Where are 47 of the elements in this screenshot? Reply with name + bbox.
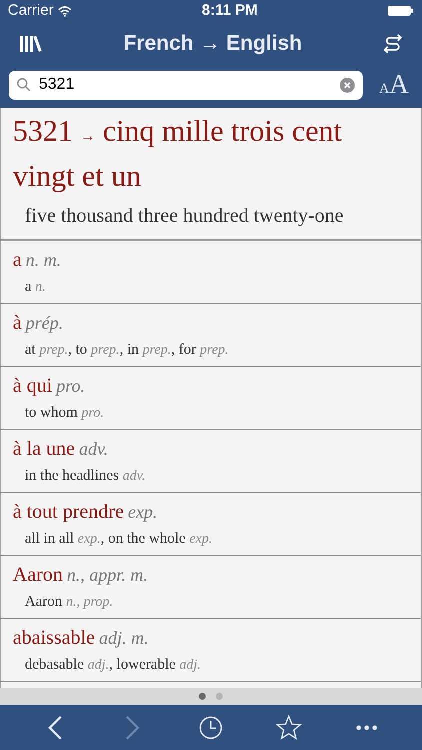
entry-headword: Aaron (13, 564, 63, 586)
entry-headword: à tout prendre (13, 501, 124, 523)
entry-headword: abaissable (13, 627, 96, 649)
wifi-icon (58, 6, 72, 16)
entry-headword: à (13, 312, 22, 334)
entry-translations: at prep., to prep., in prep., for prep. (25, 341, 229, 360)
forward-icon (125, 714, 141, 740)
entry-translations: Aaron n., prop. (25, 593, 114, 612)
part-of-speech: exp. (128, 502, 158, 522)
entry-translations: a n. (25, 278, 46, 297)
part-of-speech: adj. m. (99, 628, 149, 648)
clock-icon (199, 716, 223, 740)
search-input[interactable]: 5321 (39, 73, 332, 97)
result-heading: 5321 → cinq mille trois cent vingt et un (13, 114, 344, 195)
part-of-speech: n. m. (26, 250, 62, 270)
entry-row[interactable]: à tout prendre exp. all in all exp., on the whole exp. (1, 493, 421, 556)
entry-row[interactable]: a n. m. a n. (1, 241, 421, 304)
part-of-speech: pro. (56, 376, 86, 396)
entry-row[interactable]: Aaron n., appr. m. Aaron n., prop. (1, 556, 421, 619)
clear-icon[interactable] (340, 78, 356, 92)
entry-row[interactable]: à prép. at prep., to prep., in prep., for prep. (1, 304, 421, 367)
library-icon[interactable] (20, 36, 42, 52)
more-icon (356, 724, 378, 730)
entry-row[interactable]: abaissable adj. m. debasable adj., lowerable adj. (1, 619, 421, 682)
carrier-label: Carrier (8, 0, 54, 21)
entry-headword: a (13, 249, 22, 271)
search-field[interactable]: 5321 (9, 70, 364, 100)
nav-title: French → English (124, 31, 302, 58)
back-icon (47, 714, 63, 740)
star-icon (276, 714, 302, 740)
entry-translations: in the headlines adv. (25, 467, 146, 486)
result-gloss: five thousand three hundred twenty-one (24, 204, 345, 229)
entry-headword: à qui (13, 375, 52, 397)
battery-icon (388, 5, 414, 17)
entry-translations: to whom pro. (25, 404, 104, 423)
entry-translations: debasable adj., lowerable adj. (25, 656, 202, 675)
part-of-speech: prép. (26, 313, 64, 333)
entry-row[interactable]: à qui pro. to whom pro. (1, 367, 421, 430)
search-icon (17, 78, 31, 92)
part-of-speech: n., appr. m. (66, 565, 148, 585)
entry-headword: à la une (13, 438, 76, 460)
entry-row[interactable]: à la une adv. in the headlines adv. (1, 430, 421, 493)
font-size-button[interactable]: AA (379, 70, 413, 100)
status-time: 8:11 PM (202, 0, 258, 21)
entry-translations: all in all exp., on the whole exp. (25, 530, 213, 549)
swap-icon[interactable] (384, 34, 402, 54)
part-of-speech: adv. (79, 439, 108, 459)
